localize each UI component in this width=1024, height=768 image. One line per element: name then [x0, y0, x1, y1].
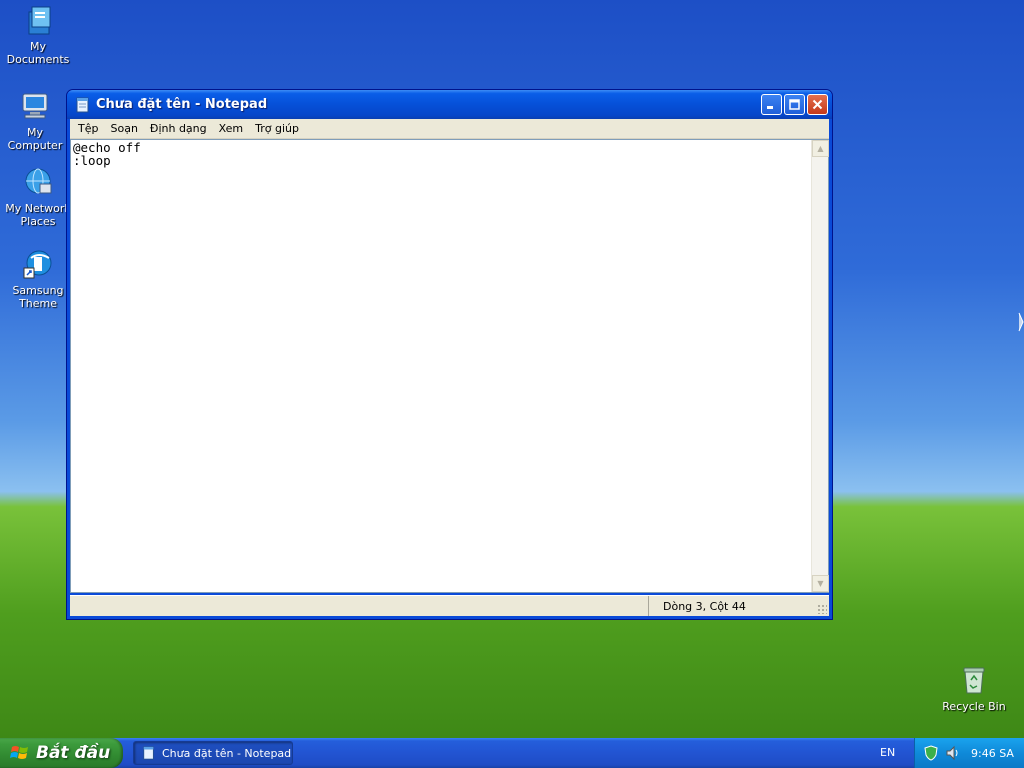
clock[interactable]: 9:46 SA: [971, 747, 1014, 760]
taskbar: Bắt đầu Chưa đặt tên - Notepad EN 9:46 S…: [0, 738, 1024, 768]
language-indicator[interactable]: EN: [880, 746, 895, 759]
notepad-icon: [143, 746, 154, 760]
chevron-down-icon: ▼: [817, 579, 824, 588]
menu-file[interactable]: Tệp: [72, 122, 104, 135]
desktop-icon-my-network-places[interactable]: My Network Places: [0, 166, 76, 228]
desktop-icon-label: Samsung Theme: [12, 284, 64, 310]
minimize-button[interactable]: [761, 94, 782, 115]
chevron-up-icon: ▲: [817, 144, 824, 153]
desktop-icon-my-documents[interactable]: My Documents: [0, 4, 76, 66]
vertical-scrollbar[interactable]: ▲ ▼: [811, 140, 829, 592]
maximize-icon: [789, 99, 800, 110]
menu-view[interactable]: Xem: [213, 122, 250, 135]
theme-shortcut-icon: [23, 250, 52, 279]
status-blank-panel: [70, 596, 649, 616]
desktop-icon-recycle-bin[interactable]: Recycle Bin: [936, 664, 1012, 713]
network-globe-icon: [25, 168, 52, 194]
menu-edit[interactable]: Soạn: [104, 122, 143, 135]
notepad-icon: [76, 97, 89, 112]
recycle-bin-icon: [963, 667, 985, 694]
computer-icon: [22, 93, 48, 119]
notepad-window[interactable]: Chưa đặt tên - Notepad Tệp Soạn Định dạn…: [66, 89, 833, 620]
system-tray: 9:46 SA: [914, 738, 1024, 768]
desktop-icon-label: My Documents: [6, 40, 70, 66]
menu-bar: Tệp Soạn Định dạng Xem Trợ giúp: [70, 119, 829, 139]
editor-content[interactable]: @echo off :loop: [73, 141, 810, 592]
scroll-up-button[interactable]: ▲: [812, 140, 829, 157]
desktop-icon-label: My Network Places: [5, 202, 71, 228]
volume-icon[interactable]: [945, 745, 961, 761]
resize-grip[interactable]: [817, 604, 827, 614]
window-title: Chưa đặt tên - Notepad: [96, 97, 268, 112]
start-button[interactable]: Bắt đầu: [0, 738, 123, 768]
close-icon: [812, 99, 823, 110]
menu-format[interactable]: Định dạng: [144, 122, 213, 135]
taskbar-button-notepad[interactable]: Chưa đặt tên - Notepad: [133, 741, 293, 765]
desktop-icon-my-computer[interactable]: My Computer: [0, 90, 70, 152]
scroll-down-button[interactable]: ▼: [812, 575, 829, 592]
taskbar-button-label: Chưa đặt tên - Notepad: [162, 746, 292, 760]
desktop-icon-samsung-theme[interactable]: Samsung Theme: [0, 248, 76, 310]
text-editor[interactable]: @echo off :loop ▲ ▼: [70, 139, 829, 593]
start-label: Bắt đầu: [36, 743, 111, 763]
title-bar[interactable]: Chưa đặt tên - Notepad: [67, 90, 832, 119]
security-shield-icon[interactable]: [923, 745, 939, 761]
menu-help[interactable]: Trợ giúp: [249, 122, 305, 135]
desktop-icon-label: My Computer: [7, 126, 63, 152]
windows-logo-icon: [10, 746, 28, 759]
minimize-icon: [767, 106, 773, 109]
maximize-button[interactable]: [784, 94, 805, 115]
close-button[interactable]: [807, 94, 828, 115]
edge-arrow-icon: [1018, 312, 1024, 332]
folder-documents-icon: [28, 6, 51, 35]
desktop-icon-label: Recycle Bin: [942, 700, 1006, 713]
status-bar: Dòng 3, Cột 44: [70, 595, 829, 616]
cursor-position: Dòng 3, Cột 44: [663, 599, 746, 613]
